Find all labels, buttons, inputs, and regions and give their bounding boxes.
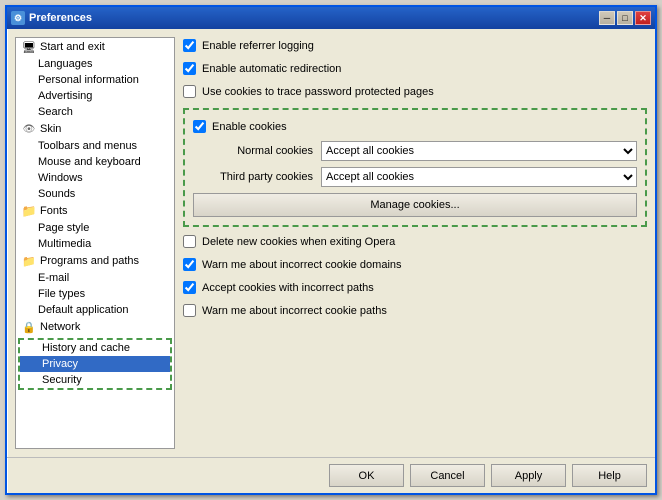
- maximize-button[interactable]: □: [617, 11, 633, 25]
- trace-password-label: Use cookies to trace password protected …: [202, 86, 434, 98]
- cancel-button[interactable]: Cancel: [410, 464, 485, 487]
- sidebar-item-mouse-keyboard[interactable]: Mouse and keyboard: [16, 154, 174, 170]
- title-bar-text: ⚙ Preferences: [11, 11, 92, 25]
- warn-paths-label: Warn me about incorrect cookie paths: [202, 305, 387, 317]
- redirection-checkbox[interactable]: [183, 62, 196, 75]
- lock-icon: 🔒: [22, 320, 36, 334]
- normal-cookies-row: Normal cookies Accept all cookies Never …: [193, 141, 637, 161]
- ok-button[interactable]: OK: [329, 464, 404, 487]
- sidebar-item-windows[interactable]: Windows: [16, 170, 174, 186]
- sidebar-item-history-cache[interactable]: History and cache: [20, 340, 170, 356]
- window-title: Preferences: [29, 12, 92, 24]
- apply-button[interactable]: Apply: [491, 464, 566, 487]
- referrer-row: Enable referrer logging: [183, 37, 647, 54]
- sidebar-item-page-style[interactable]: Page style: [16, 220, 174, 236]
- sidebar-item-search[interactable]: Search: [16, 104, 174, 120]
- eye-icon: 👁: [22, 122, 36, 136]
- sidebar-item-programs[interactable]: 📁 Programs and paths: [16, 252, 174, 270]
- sidebar-item-file-types[interactable]: File types: [16, 286, 174, 302]
- sidebar-item-toolbars[interactable]: Toolbars and menus: [16, 138, 174, 154]
- folder-icon: 📁: [22, 204, 36, 218]
- content-area: 🖥 Start and exit Languages Personal info…: [7, 29, 655, 457]
- warn-paths-checkbox[interactable]: [183, 304, 196, 317]
- delete-cookies-label: Delete new cookies when exiting Opera: [202, 236, 395, 248]
- referrer-label: Enable referrer logging: [202, 40, 314, 52]
- trace-password-checkbox[interactable]: [183, 85, 196, 98]
- trace-password-row: Use cookies to trace password protected …: [183, 83, 647, 100]
- third-party-cookies-label: Third party cookies: [193, 171, 313, 183]
- sidebar-item-email[interactable]: E-mail: [16, 270, 174, 286]
- close-button[interactable]: ✕: [635, 11, 651, 25]
- sidebar-item-fonts[interactable]: 📁 Fonts: [16, 202, 174, 220]
- manage-cookies-button[interactable]: Manage cookies...: [193, 193, 637, 217]
- sidebar-item-network[interactable]: 🔒 Network: [16, 318, 174, 336]
- title-bar: ⚙ Preferences ─ □ ✕: [7, 7, 655, 29]
- sidebar-item-security[interactable]: Security: [20, 372, 170, 388]
- third-party-cookies-select[interactable]: Accept all cookies Never accept cookies …: [321, 167, 637, 187]
- accept-incorrect-row: Accept cookies with incorrect paths: [183, 279, 647, 296]
- referrer-checkbox[interactable]: [183, 39, 196, 52]
- sidebar-item-multimedia[interactable]: Multimedia: [16, 236, 174, 252]
- sidebar-item-sounds[interactable]: Sounds: [16, 186, 174, 202]
- sidebar: 🖥 Start and exit Languages Personal info…: [15, 37, 175, 449]
- sidebar-item-personal-info[interactable]: Personal information: [16, 72, 174, 88]
- sidebar-item-skin[interactable]: 👁 Skin: [16, 120, 174, 138]
- sidebar-item-languages[interactable]: Languages: [16, 56, 174, 72]
- minimize-button[interactable]: ─: [599, 11, 615, 25]
- delete-cookies-row: Delete new cookies when exiting Opera: [183, 233, 647, 250]
- warn-domains-checkbox[interactable]: [183, 258, 196, 271]
- accept-incorrect-label: Accept cookies with incorrect paths: [202, 282, 374, 294]
- redirection-label: Enable automatic redirection: [202, 63, 341, 75]
- monitor-icon: 🖥: [22, 40, 36, 54]
- title-buttons: ─ □ ✕: [599, 11, 651, 25]
- preferences-window: ⚙ Preferences ─ □ ✕ 🖥 Start and exit Lan…: [5, 5, 657, 495]
- warn-domains-row: Warn me about incorrect cookie domains: [183, 256, 647, 273]
- enable-cookies-row: Enable cookies: [193, 118, 637, 135]
- sidebar-item-default-app[interactable]: Default application: [16, 302, 174, 318]
- accept-incorrect-checkbox[interactable]: [183, 281, 196, 294]
- folder-blue-icon: 📁: [22, 254, 36, 268]
- delete-cookies-checkbox[interactable]: [183, 235, 196, 248]
- normal-cookies-label: Normal cookies: [193, 145, 313, 157]
- privacy-group-box: History and cache Privacy Security: [18, 338, 172, 390]
- main-panel: Enable referrer logging Enable automatic…: [183, 37, 647, 449]
- normal-cookies-select[interactable]: Accept all cookies Never accept cookies …: [321, 141, 637, 161]
- sidebar-item-privacy[interactable]: Privacy: [20, 356, 170, 372]
- enable-cookies-checkbox[interactable]: [193, 120, 206, 133]
- redirection-row: Enable automatic redirection: [183, 60, 647, 77]
- warn-domains-label: Warn me about incorrect cookie domains: [202, 259, 402, 271]
- bottom-buttons: OK Cancel Apply Help: [7, 457, 655, 493]
- sidebar-item-start-exit[interactable]: 🖥 Start and exit: [16, 38, 174, 56]
- third-party-cookies-row: Third party cookies Accept all cookies N…: [193, 167, 637, 187]
- cookies-section: Enable cookies Normal cookies Accept all…: [183, 108, 647, 227]
- window-icon: ⚙: [11, 11, 25, 25]
- warn-paths-row: Warn me about incorrect cookie paths: [183, 302, 647, 319]
- enable-cookies-label: Enable cookies: [212, 121, 287, 133]
- help-button[interactable]: Help: [572, 464, 647, 487]
- sidebar-item-advertising[interactable]: Advertising: [16, 88, 174, 104]
